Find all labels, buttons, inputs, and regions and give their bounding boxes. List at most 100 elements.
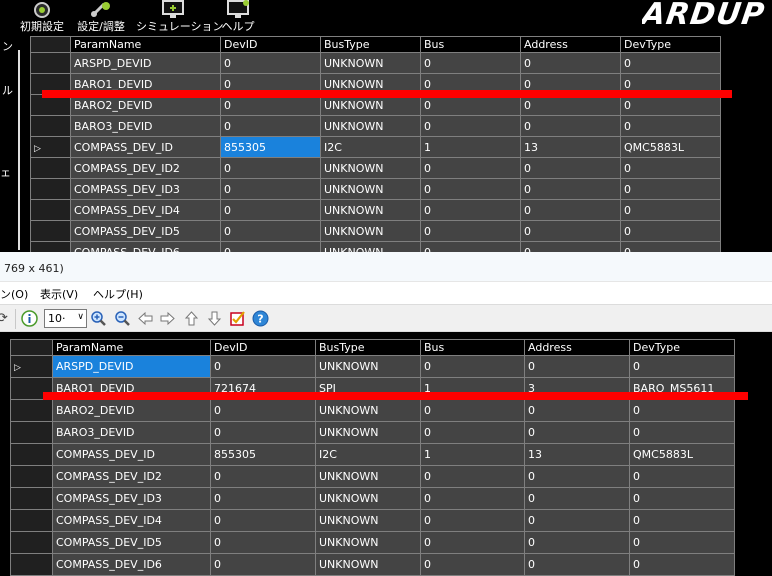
column-header-bus[interactable]: Bus	[420, 36, 521, 53]
cell-devid[interactable]: 0	[210, 553, 316, 576]
simulation-button[interactable]: シミュレーション	[136, 0, 224, 36]
cell-devid[interactable]: 0	[210, 421, 316, 444]
cell-bus[interactable]: 0	[420, 509, 525, 532]
cell-devtype[interactable]: 0	[620, 157, 721, 179]
table-row[interactable]: COMPASS_DEV_ID6 0 UNKNOWN 0 0 0	[30, 241, 721, 252]
column-header-address[interactable]: Address	[520, 36, 621, 53]
cell-bus[interactable]: 0	[420, 487, 525, 510]
cell-devid[interactable]: 0	[220, 157, 321, 179]
cell-paramname[interactable]: BARO2_DEVID	[52, 399, 211, 422]
cell-devid[interactable]: 0	[220, 178, 321, 200]
cell-bus[interactable]: 0	[420, 531, 525, 554]
cell-devid[interactable]: 0	[220, 52, 321, 74]
cell-bustype[interactable]: UNKNOWN	[315, 531, 421, 554]
cell-bustype[interactable]: UNKNOWN	[320, 199, 421, 221]
table-row[interactable]: COMPASS_DEV_ID4 0 UNKNOWN 0 0 0	[10, 509, 735, 532]
column-header-paramname[interactable]: ParamName	[52, 339, 211, 356]
cell-bus[interactable]: 0	[420, 241, 521, 252]
row-header[interactable]	[10, 509, 53, 532]
cell-bus[interactable]: 1	[420, 136, 521, 158]
row-header[interactable]	[10, 443, 53, 466]
cell-paramname[interactable]: COMPASS_DEV_ID3	[70, 178, 221, 200]
row-header[interactable]	[10, 531, 53, 554]
row-header[interactable]	[30, 241, 71, 252]
cell-devtype[interactable]: 0	[620, 52, 721, 74]
cell-paramname[interactable]: COMPASS_DEV_ID2	[70, 157, 221, 179]
table-row[interactable]: COMPASS_DEV_ID2 0 UNKNOWN 0 0 0	[30, 157, 721, 179]
cell-address[interactable]: 0	[524, 487, 630, 510]
cell-devtype[interactable]: QMC5883L	[629, 443, 735, 466]
cell-bus[interactable]: 0	[420, 220, 521, 242]
row-header[interactable]	[10, 421, 53, 444]
cell-bustype[interactable]: UNKNOWN	[315, 399, 421, 422]
table-row[interactable]: BARO2_DEVID 0 UNKNOWN 0 0 0	[10, 399, 735, 422]
cell-paramname[interactable]: COMPASS_DEV_ID	[70, 136, 221, 158]
cell-paramname[interactable]: BARO3_DEVID	[70, 115, 221, 137]
row-header[interactable]	[30, 115, 71, 137]
cell-bustype[interactable]: UNKNOWN	[320, 115, 421, 137]
row-header[interactable]	[10, 399, 53, 422]
cell-bustype[interactable]: UNKNOWN	[315, 355, 421, 378]
cell-devid[interactable]: 0	[220, 199, 321, 221]
table-row[interactable]: COMPASS_DEV_ID5 0 UNKNOWN 0 0 0	[30, 220, 721, 242]
column-header-devtype[interactable]: DevType	[620, 36, 721, 53]
cell-paramname[interactable]: COMPASS_DEV_ID	[52, 443, 211, 466]
cell-address[interactable]: 0	[524, 465, 630, 488]
cell-bustype[interactable]: I2C	[320, 136, 421, 158]
cell-devtype[interactable]: 0	[620, 241, 721, 252]
table-row[interactable]: ARSPD_DEVID 0 UNKNOWN 0 0 0	[30, 52, 721, 74]
arrow-right-icon[interactable]	[159, 310, 176, 327]
zoom-out-icon[interactable]	[114, 310, 131, 327]
table-row[interactable]: BARO3_DEVID 0 UNKNOWN 0 0 0	[30, 115, 721, 137]
arrow-left-icon[interactable]	[137, 310, 154, 327]
row-header[interactable]	[30, 220, 71, 242]
cell-paramname[interactable]: COMPASS_DEV_ID6	[52, 553, 211, 576]
cell-devid[interactable]: 855305	[210, 443, 316, 466]
cell-devtype[interactable]: 0	[629, 487, 735, 510]
cell-devtype[interactable]: 0	[629, 531, 735, 554]
table-row[interactable]: ▷ ARSPD_DEVID 0 UNKNOWN 0 0 0	[10, 355, 735, 378]
arrow-down-icon[interactable]	[206, 310, 223, 327]
cell-devtype[interactable]: 0	[629, 509, 735, 532]
table-row[interactable]: COMPASS_DEV_ID5 0 UNKNOWN 0 0 0	[10, 531, 735, 554]
table-row[interactable]: COMPASS_DEV_ID3 0 UNKNOWN 0 0 0	[10, 487, 735, 510]
cell-paramname[interactable]: COMPASS_DEV_ID5	[70, 220, 221, 242]
cell-paramname[interactable]: ARSPD_DEVID	[70, 52, 221, 74]
cell-devid[interactable]: 0	[210, 399, 316, 422]
zoom-select[interactable]: 10· ∨	[44, 309, 87, 328]
initial-setup-button[interactable]: 初期設定	[18, 0, 66, 36]
row-header[interactable]	[30, 52, 71, 74]
config-tuning-button[interactable]: 設定/調整	[72, 0, 130, 36]
column-header-devid[interactable]: DevID	[210, 339, 316, 356]
cell-bustype[interactable]: UNKNOWN	[315, 553, 421, 576]
cell-devid[interactable]: 0	[210, 487, 316, 510]
cell-devtype[interactable]: 0	[620, 178, 721, 200]
table-row[interactable]: BARO3_DEVID 0 UNKNOWN 0 0 0	[10, 421, 735, 444]
row-header[interactable]: ▷	[10, 355, 53, 378]
cell-devtype[interactable]: 0	[629, 399, 735, 422]
table-row[interactable]: COMPASS_DEV_ID6 0 UNKNOWN 0 0 0	[10, 553, 735, 576]
cell-bustype[interactable]: I2C	[315, 443, 421, 466]
cell-bus[interactable]: 0	[420, 199, 521, 221]
cell-bustype[interactable]: UNKNOWN	[320, 178, 421, 200]
refresh-icon[interactable]: ⟳	[0, 310, 11, 327]
cell-bus[interactable]: 0	[420, 157, 521, 179]
cell-address[interactable]: 0	[524, 509, 630, 532]
cell-bustype[interactable]: UNKNOWN	[315, 465, 421, 488]
column-header-address[interactable]: Address	[524, 339, 630, 356]
cell-paramname[interactable]: COMPASS_DEV_ID5	[52, 531, 211, 554]
column-header-bustype[interactable]: BusType	[320, 36, 421, 53]
cell-address[interactable]: 0	[524, 531, 630, 554]
arrow-up-icon[interactable]	[183, 310, 200, 327]
table-row[interactable]: COMPASS_DEV_ID4 0 UNKNOWN 0 0 0	[30, 199, 721, 221]
column-header-devid[interactable]: DevID	[220, 36, 321, 53]
cell-bus[interactable]: 1	[420, 443, 525, 466]
cell-address[interactable]: 0	[524, 355, 630, 378]
cell-address[interactable]: 0	[520, 157, 621, 179]
menu-help[interactable]: ヘルプ(H)	[93, 286, 143, 302]
info-icon[interactable]	[21, 310, 38, 327]
cell-devid[interactable]: 0	[210, 531, 316, 554]
cell-address[interactable]: 0	[520, 220, 621, 242]
cell-address[interactable]: 0	[524, 421, 630, 444]
cell-bustype[interactable]: UNKNOWN	[320, 157, 421, 179]
